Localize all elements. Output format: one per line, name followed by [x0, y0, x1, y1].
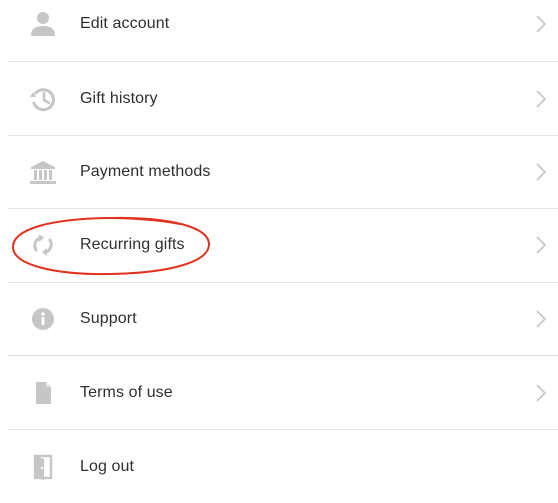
door-icon: [26, 450, 60, 484]
menu-item-label: Support: [80, 309, 137, 327]
menu-item-recurring-gifts[interactable]: Recurring gifts: [0, 208, 558, 281]
menu-item-edit-account[interactable]: Edit account: [0, 0, 558, 60]
menu-item-payment-methods[interactable]: Payment methods: [0, 135, 558, 208]
history-icon: [26, 82, 60, 116]
menu-item-label: Recurring gifts: [80, 235, 185, 253]
menu-item-support[interactable]: Support: [0, 282, 558, 355]
chevron-right-icon: [534, 383, 548, 403]
menu-item-label: Gift history: [80, 89, 158, 107]
person-icon: [26, 7, 60, 41]
menu-item-label: Terms of use: [80, 383, 173, 401]
recurring-icon: [26, 228, 60, 262]
menu-item-label: Log out: [80, 457, 135, 475]
chevron-right-icon: [534, 235, 548, 255]
document-icon: [26, 376, 60, 410]
menu-item-terms-of-use[interactable]: Terms of use: [0, 356, 558, 429]
menu-item-gift-history[interactable]: Gift history: [0, 62, 558, 135]
info-icon: [26, 302, 60, 336]
chevron-right-icon: [534, 162, 548, 182]
menu-item-log-out[interactable]: Log out: [0, 430, 558, 503]
bank-icon: [26, 155, 60, 189]
chevron-right-icon: [534, 89, 548, 109]
menu-item-label: Edit account: [80, 14, 170, 32]
chevron-right-icon: [534, 14, 548, 34]
chevron-right-icon: [534, 309, 548, 329]
menu-item-label: Payment methods: [80, 162, 211, 180]
